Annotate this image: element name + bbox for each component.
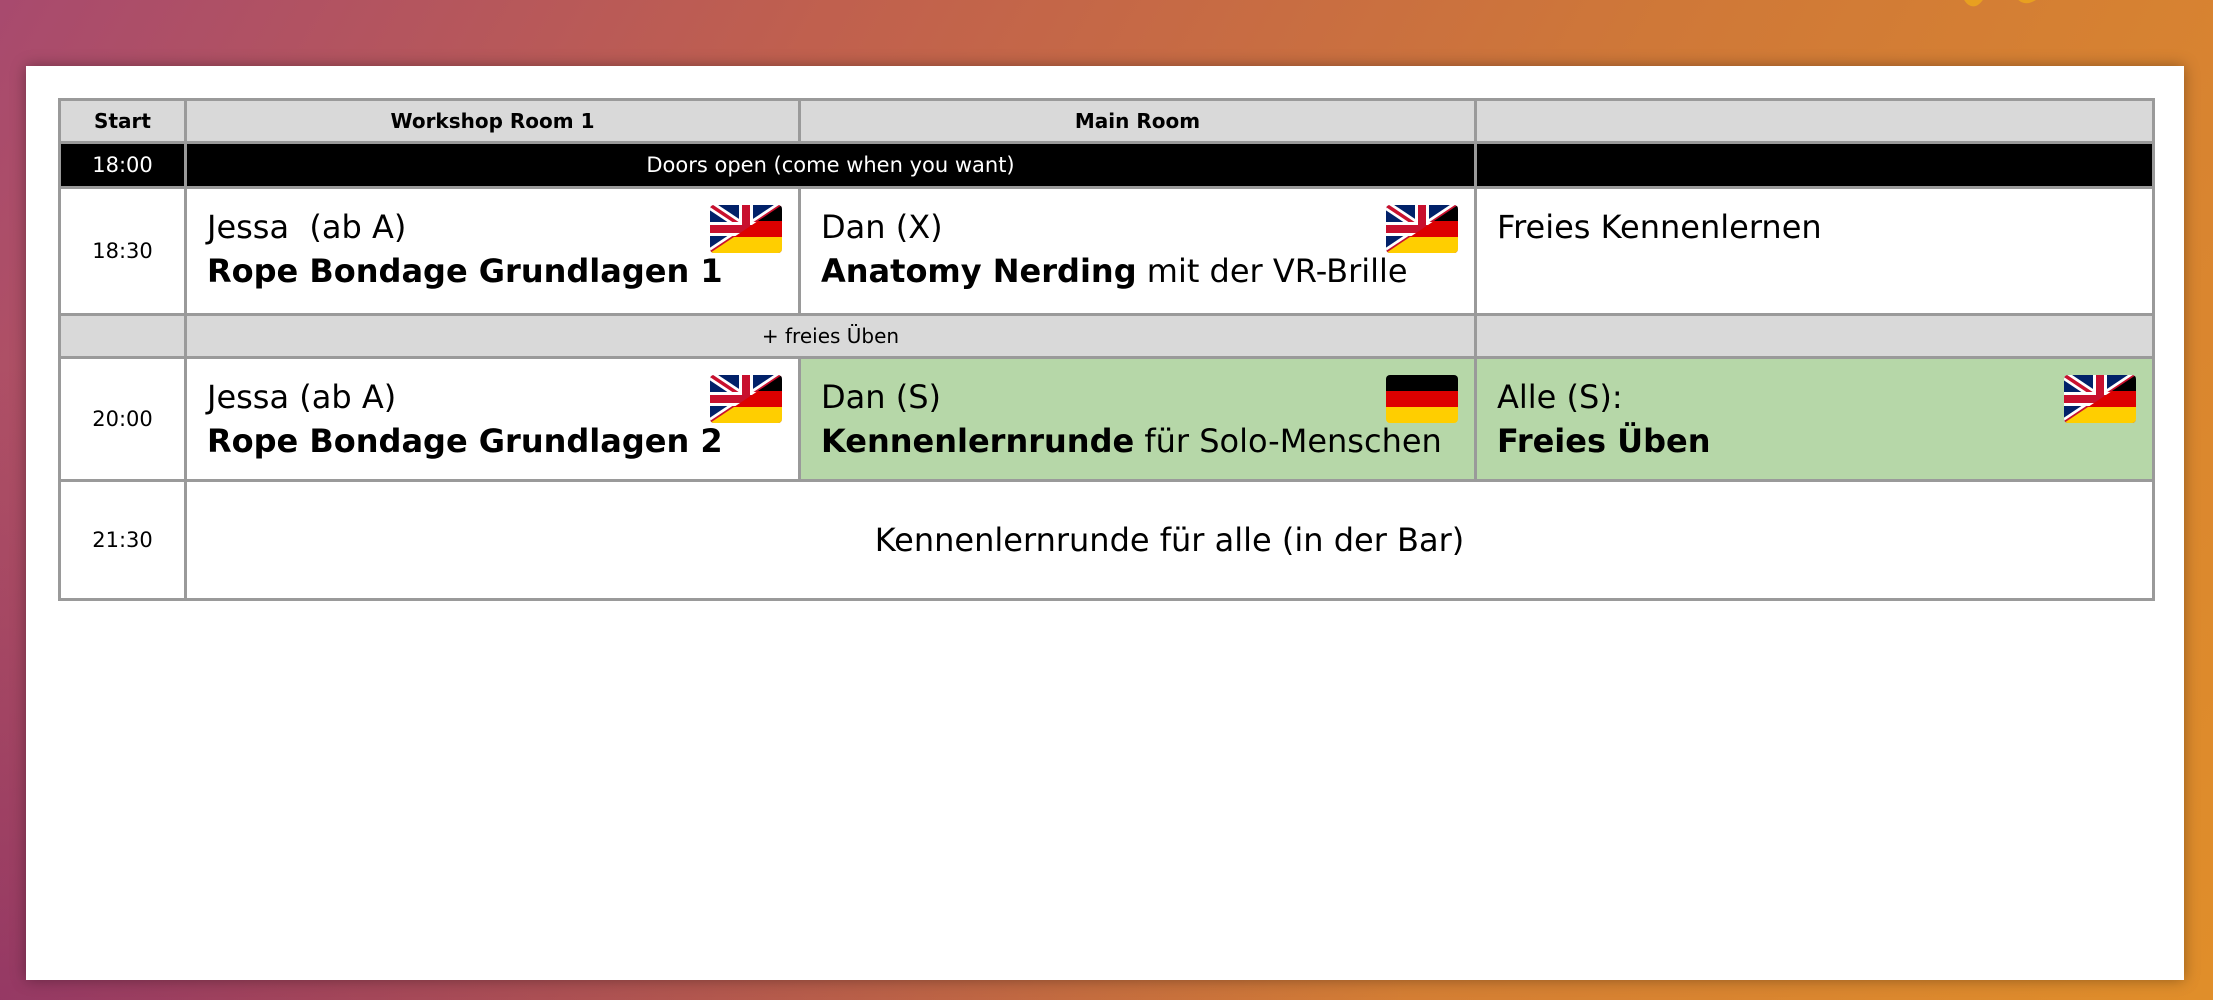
empty-cell	[1474, 313, 2155, 359]
session-speaker: Dan (X)	[821, 208, 943, 246]
doors-row: 18:00 Doors open (come when you want)	[58, 141, 2155, 189]
session-title: Freies Üben	[1497, 419, 2132, 463]
header-start: Start	[58, 98, 187, 144]
header-row: Start Workshop Room 1 Main Room	[58, 98, 2155, 144]
empty-cell	[1474, 141, 2155, 189]
decorative-shape-icon	[1964, 0, 2036, 7]
session-speaker: Alle (S):	[1497, 378, 1623, 416]
uk-de-flag-icon	[710, 375, 782, 423]
session-title: Rope Bondage Grundlagen 2	[207, 419, 778, 463]
session-cell-room1: Jessa (ab A) Rope Bondage Grundlagen 1	[184, 186, 801, 316]
session-title: Kennenlernrunde für Solo-Menschen	[821, 419, 1454, 463]
session-cell-third: Freies Kennenlernen	[1474, 186, 2155, 316]
time-cell: 18:30	[58, 186, 187, 316]
header-workshop-room-1: Workshop Room 1	[184, 98, 801, 144]
session-title-bold: Kennenlernrunde	[821, 422, 1135, 460]
final-session-cell: Kennenlernrunde für alle (in der Bar)	[184, 479, 2155, 601]
time-cell: 20:00	[58, 356, 187, 482]
schedule-sheet: Start Workshop Room 1 Main Room 18:00 Do…	[26, 66, 2184, 980]
uk-de-flag-icon	[1386, 205, 1458, 253]
time-cell: 18:00	[58, 141, 187, 189]
schedule-table: Start Workshop Room 1 Main Room 18:00 Do…	[58, 98, 2155, 601]
session-cell-third: Alle (S): Freies Üben	[1474, 356, 2155, 482]
session-cell-main-room: Dan (X) Anatomy Nerding mit der VR-Brill…	[798, 186, 1477, 316]
session-speaker: Jessa (ab A)	[207, 378, 397, 416]
doors-open-cell: Doors open (come when you want)	[184, 141, 1477, 189]
free-practice-row: + freies Üben	[58, 313, 2155, 359]
session-title-rest: für Solo-Menschen	[1134, 422, 1442, 460]
time-cell: 21:30	[58, 479, 187, 601]
session-cell-room1: Jessa (ab A) Rope Bondage Grundlagen 2	[184, 356, 801, 482]
session-title-bold: Rope Bondage Grundlagen 1	[207, 252, 723, 290]
session-title: Anatomy Nerding mit der VR-Brille	[821, 249, 1454, 293]
session-title-bold: Anatomy Nerding	[821, 252, 1137, 290]
de-flag-icon	[1386, 375, 1458, 423]
session-title-rest: mit der VR-Brille	[1136, 252, 1408, 290]
session-speaker: Jessa (ab A)	[207, 208, 407, 246]
session-speaker: Dan (S)	[821, 378, 941, 416]
session-cell-main-room: Dan (S) Kennenlernrunde für Solo-Mensche…	[798, 356, 1477, 482]
uk-de-flag-icon	[2064, 375, 2136, 423]
session-title: Rope Bondage Grundlagen 1	[207, 249, 778, 293]
session-title-bold: Rope Bondage Grundlagen 2	[207, 422, 723, 460]
final-row: 21:30 Kennenlernrunde für alle (in der B…	[58, 479, 2155, 601]
header-third-column	[1474, 98, 2155, 144]
header-main-room: Main Room	[798, 98, 1477, 144]
free-practice-cell: + freies Üben	[184, 313, 1477, 359]
session-text: Freies Kennenlernen	[1497, 208, 1822, 246]
empty-time-cell	[58, 313, 187, 359]
slot-row-1830: 18:30 Jessa (ab A) Rope Bondage Grundlag…	[58, 186, 2155, 316]
slot-row-2000: 20:00 Jessa (ab A) Rope Bondage Grundlag…	[58, 356, 2155, 482]
uk-de-flag-icon	[710, 205, 782, 253]
session-title-bold: Freies Üben	[1497, 422, 1711, 460]
